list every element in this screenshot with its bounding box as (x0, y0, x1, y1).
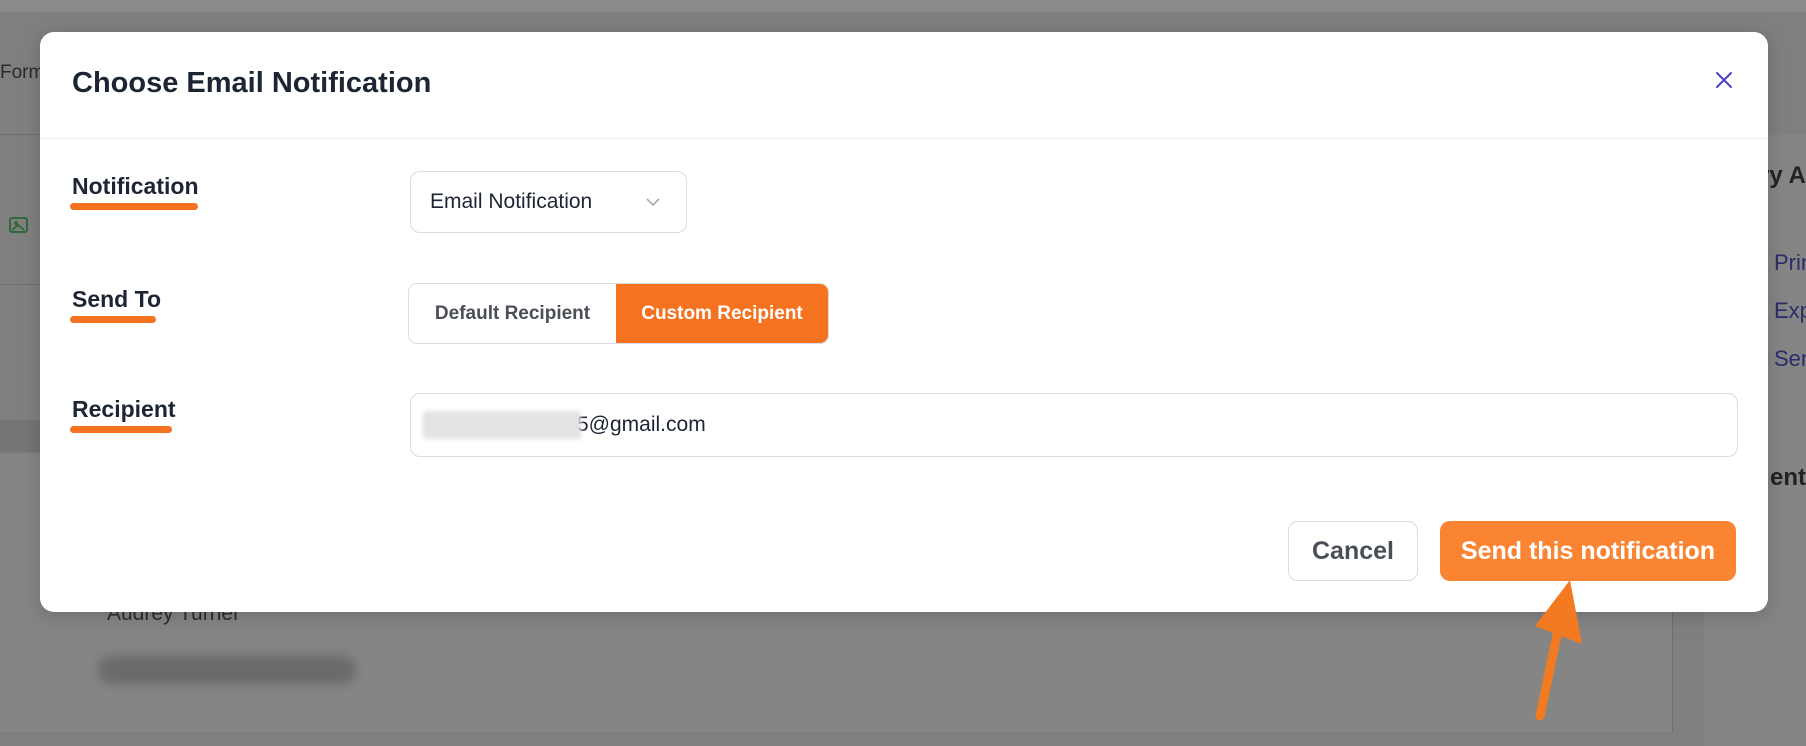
background-right-link: Exp (1774, 298, 1806, 323)
redacted-email-part (423, 411, 581, 439)
custom-recipient-option[interactable]: Custom Recipient (616, 284, 828, 343)
email-notification-modal: Choose Email Notification Notification E… (40, 32, 1768, 612)
recipient-label: Recipient (72, 396, 176, 422)
modal-header: Choose Email Notification (40, 32, 1768, 139)
chevron-down-icon (646, 198, 660, 207)
notification-select[interactable]: Email Notification (410, 171, 687, 233)
cancel-button[interactable]: Cancel (1288, 521, 1418, 581)
recipient-underline (70, 426, 172, 433)
background-right-link: Prin (1774, 250, 1806, 275)
close-icon (1716, 72, 1732, 88)
send-to-underline (70, 316, 156, 323)
close-button[interactable] (1710, 66, 1738, 94)
notification-label: Notification (72, 173, 199, 199)
default-recipient-option[interactable]: Default Recipient (409, 284, 617, 343)
notification-select-value: Email Notification (430, 190, 593, 213)
background-divider (0, 284, 40, 285)
modal-title: Choose Email Notification (72, 67, 432, 99)
send-to-label: Send To (72, 286, 162, 312)
background-form-text: Form (0, 62, 45, 83)
recipient-type-toggle: Default Recipient Custom Recipient (408, 283, 829, 344)
recipient-email-value: 5@gmail.com (577, 413, 706, 436)
background-divider (0, 134, 40, 135)
top-bar-dimmed (0, 0, 1806, 12)
background-blurred-text (98, 656, 356, 684)
recipient-email-field[interactable]: 5@gmail.com (410, 393, 1738, 457)
background-right-link: Sen (1774, 346, 1806, 371)
background-right-heading: ent (1770, 464, 1806, 491)
background-image-icon (9, 217, 28, 233)
notification-underline (70, 203, 198, 210)
send-notification-button[interactable]: Send this notification (1440, 521, 1736, 581)
annotation-arrow-icon (1535, 580, 1582, 721)
